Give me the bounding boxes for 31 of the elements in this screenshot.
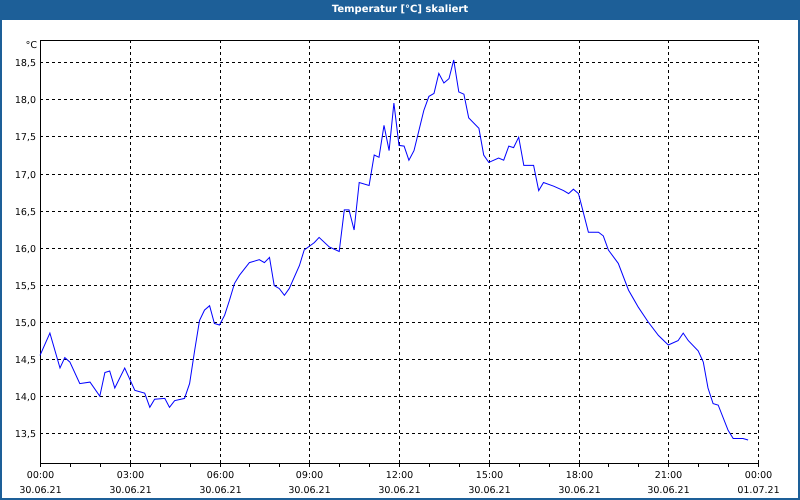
x-tick-label: 18:00 bbox=[566, 470, 594, 481]
x-tick-label: 15:00 bbox=[476, 470, 504, 481]
x-date-label: 30.06.21 bbox=[288, 485, 331, 496]
x-tick-label: 09:00 bbox=[296, 470, 324, 481]
y-tick-label: 16,0 bbox=[14, 244, 36, 255]
y-tick-label: 18,0 bbox=[14, 95, 36, 106]
y-tick-label: 17,0 bbox=[14, 170, 36, 181]
y-tick-label: 15,0 bbox=[14, 318, 36, 329]
y-tick-label: 17,5 bbox=[14, 132, 36, 143]
x-tick-label: 12:00 bbox=[386, 470, 414, 481]
x-date-label: 01.07.21 bbox=[737, 485, 780, 496]
y-axis-unit: °C bbox=[26, 40, 37, 51]
x-date-label: 30.06.21 bbox=[558, 485, 601, 496]
x-tick-label: 06:00 bbox=[206, 470, 234, 481]
x-date-label: 30.06.21 bbox=[378, 485, 421, 496]
y-tick-label: 16,5 bbox=[14, 207, 36, 218]
x-date-label: 30.06.21 bbox=[19, 485, 62, 496]
x-date-label: 30.06.21 bbox=[109, 485, 152, 496]
y-tick-label: 15,5 bbox=[14, 281, 36, 292]
x-tick-label: 03:00 bbox=[116, 470, 144, 481]
x-date-label: 30.06.21 bbox=[647, 485, 690, 496]
x-tick-label: 00:00 bbox=[26, 470, 54, 481]
x-tick-label: 21:00 bbox=[654, 470, 682, 481]
y-tick-label: 18,5 bbox=[14, 58, 36, 69]
window-title: Temperatur [°C] skaliert bbox=[0, 0, 800, 20]
x-date-label: 30.06.21 bbox=[199, 485, 242, 496]
x-date-label: 30.06.21 bbox=[468, 485, 511, 496]
x-tick-label: 00:00 bbox=[744, 470, 772, 481]
y-tick-label: 14,5 bbox=[14, 355, 36, 366]
y-tick-label: 13,5 bbox=[14, 429, 36, 440]
y-tick-label: 14,0 bbox=[14, 392, 36, 403]
